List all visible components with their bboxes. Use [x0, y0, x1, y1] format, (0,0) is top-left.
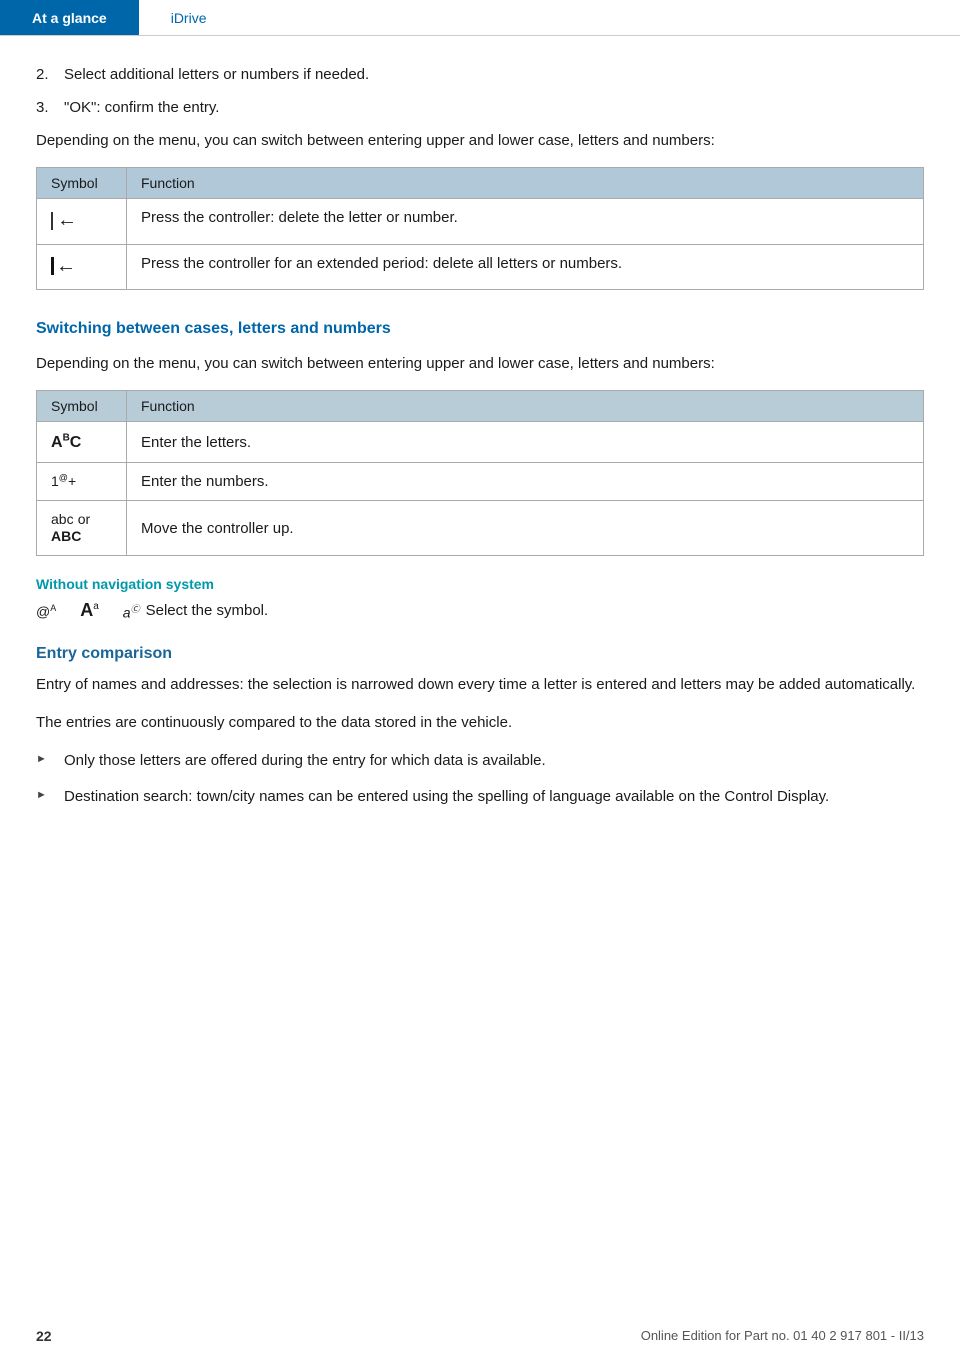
bullet-arrow-1: ► [36, 749, 64, 772]
bullet-text-2: Destination search: town/city names can … [64, 785, 829, 808]
table-row: ABC Enter the letters. [37, 422, 924, 462]
table2-row1-symbol: ABC [37, 422, 127, 462]
backspace-normal-icon: ← [51, 209, 77, 232]
bullet-item-2: ► Destination search: town/city names ca… [36, 785, 924, 808]
section-switching-intro: Depending on the menu, you can switch be… [36, 352, 924, 376]
A-large-icon: Aa [80, 600, 99, 621]
bullet-item-1: ► Only those letters are offered during … [36, 749, 924, 772]
entry-comparison-para2: The entries are continuously compared to… [36, 711, 924, 735]
tab-idrive[interactable]: iDrive [139, 0, 239, 35]
step-2-num: 2. [36, 64, 64, 87]
table1-row2-function: Press the controller for an extended per… [127, 244, 924, 290]
symbol-table-1: Symbol Function ← Press the controller: … [36, 167, 924, 290]
table-row: 1@+ Enter the numbers. [37, 462, 924, 501]
table1-header-function: Function [127, 168, 924, 199]
section-without-nav-heading: Without navigation system [36, 576, 924, 592]
table-row: ← Press the controller for an extended p… [37, 244, 924, 290]
a-script-icon: aⒸ [123, 602, 140, 621]
entry-comparison-heading: Entry comparison [36, 645, 924, 663]
without-nav-symbols-line: @A Aa aⒸ Select the symbol. [36, 600, 924, 621]
table2-header-symbol: Symbol [37, 391, 127, 422]
entry-comparison-para1: Entry of names and addresses: the select… [36, 673, 924, 697]
table2-row2-symbol: 1@+ [37, 462, 127, 501]
ABC-upper-icon: ABC [51, 528, 81, 544]
step-3: 3. "OK": confirm the entry. [36, 97, 924, 120]
abc-super-icon: ABC [51, 434, 81, 451]
at-super-icon: @A [36, 603, 56, 620]
tab-at-a-glance-label: At a glance [32, 10, 107, 26]
tab-at-a-glance[interactable]: At a glance [0, 0, 139, 35]
bullet-arrow-2: ► [36, 785, 64, 808]
tab-idrive-label: iDrive [171, 10, 207, 26]
page-number: 22 [36, 1328, 52, 1344]
table2-row1-function: Enter the letters. [127, 422, 924, 462]
header-tabs: At a glance iDrive [0, 0, 960, 36]
step-3-num: 3. [36, 97, 64, 120]
without-nav-symbols-text: Select the symbol. [146, 602, 269, 619]
table1-row1-symbol: ← [37, 199, 127, 245]
bullet-text-1: Only those letters are offered during th… [64, 749, 546, 772]
step-2-text: Select additional letters or numbers if … [64, 64, 369, 87]
table2-row2-function: Enter the numbers. [127, 462, 924, 501]
step-3-text: "OK": confirm the entry. [64, 97, 219, 120]
table2-row3-function: Move the controller up. [127, 501, 924, 556]
table2-header-function: Function [127, 391, 924, 422]
footer-right-text: Online Edition for Part no. 01 40 2 917 … [641, 1328, 924, 1344]
backspace-thick-icon: ← [51, 255, 76, 278]
main-content: 2. Select additional letters or numbers … [0, 36, 960, 880]
step-2: 2. Select additional letters or numbers … [36, 64, 924, 87]
table-row: ← Press the controller: delete the lette… [37, 199, 924, 245]
table1-row1-function: Press the controller: delete the letter … [127, 199, 924, 245]
symbol-table-2: Symbol Function ABC Enter the letters. 1… [36, 390, 924, 556]
table-row: abc or ABC Move the controller up. [37, 501, 924, 556]
numbers-icon: 1@+ [51, 473, 76, 489]
bullet-list: ► Only those letters are offered during … [36, 749, 924, 808]
abc-lower-icon: abc [51, 511, 74, 527]
table2-row3-symbol: abc or ABC [37, 501, 127, 556]
footer: 22 Online Edition for Part no. 01 40 2 9… [0, 1328, 960, 1344]
table1-header-symbol: Symbol [37, 168, 127, 199]
section-switching-heading: Switching between cases, letters and num… [36, 318, 924, 340]
table1-row2-symbol: ← [37, 244, 127, 290]
intro-text: Depending on the menu, you can switch be… [36, 129, 924, 153]
